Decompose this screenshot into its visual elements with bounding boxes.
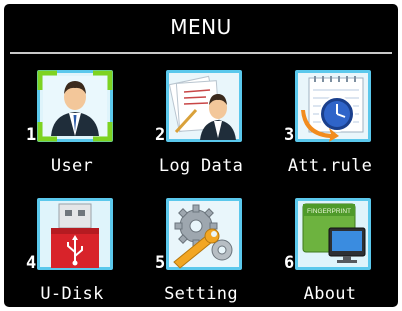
item-number: 1 xyxy=(26,125,37,145)
item-label: Att.rule xyxy=(287,156,373,176)
usb-drive-icon xyxy=(37,198,113,270)
log-data-icon xyxy=(166,70,242,142)
item-number: 3 xyxy=(284,125,295,145)
menu-item-about[interactable]: FINGERPRINT 6 About xyxy=(266,196,394,311)
item-label: U-Disk xyxy=(40,284,104,304)
item-label: Setting xyxy=(164,284,238,304)
item-label: Log Data xyxy=(158,156,244,176)
menu-item-setting[interactable]: 5 Setting xyxy=(137,196,265,311)
gears-wrench-icon xyxy=(166,198,242,270)
item-number: 4 xyxy=(26,253,37,273)
user-icon xyxy=(37,70,113,142)
item-number: 5 xyxy=(155,253,166,273)
menu-item-user[interactable]: 1 User xyxy=(8,68,136,190)
menu-item-att-rule[interactable]: 3 Att.rule xyxy=(266,68,394,190)
item-label: About xyxy=(303,284,357,304)
about-monitor-icon: FINGERPRINT xyxy=(295,198,371,270)
menu-panel: MENU 1 User 2 Log Data 3 Att.rule 4 U-Di… xyxy=(4,4,398,307)
header-divider xyxy=(10,52,392,54)
item-label: User xyxy=(50,156,94,176)
item-number: 6 xyxy=(284,253,295,273)
menu-title: MENU xyxy=(170,15,232,39)
menu-item-u-disk[interactable]: 4 U-Disk xyxy=(8,196,136,311)
menu-item-log-data[interactable]: 2 Log Data xyxy=(137,68,265,190)
fingerprint-text: FINGERPRINT xyxy=(307,208,351,215)
clock-calendar-icon xyxy=(295,70,371,142)
item-number: 2 xyxy=(155,125,166,145)
device-screen: MENU 1 User 2 Log Data 3 Att.rule 4 U-Di… xyxy=(0,0,402,311)
